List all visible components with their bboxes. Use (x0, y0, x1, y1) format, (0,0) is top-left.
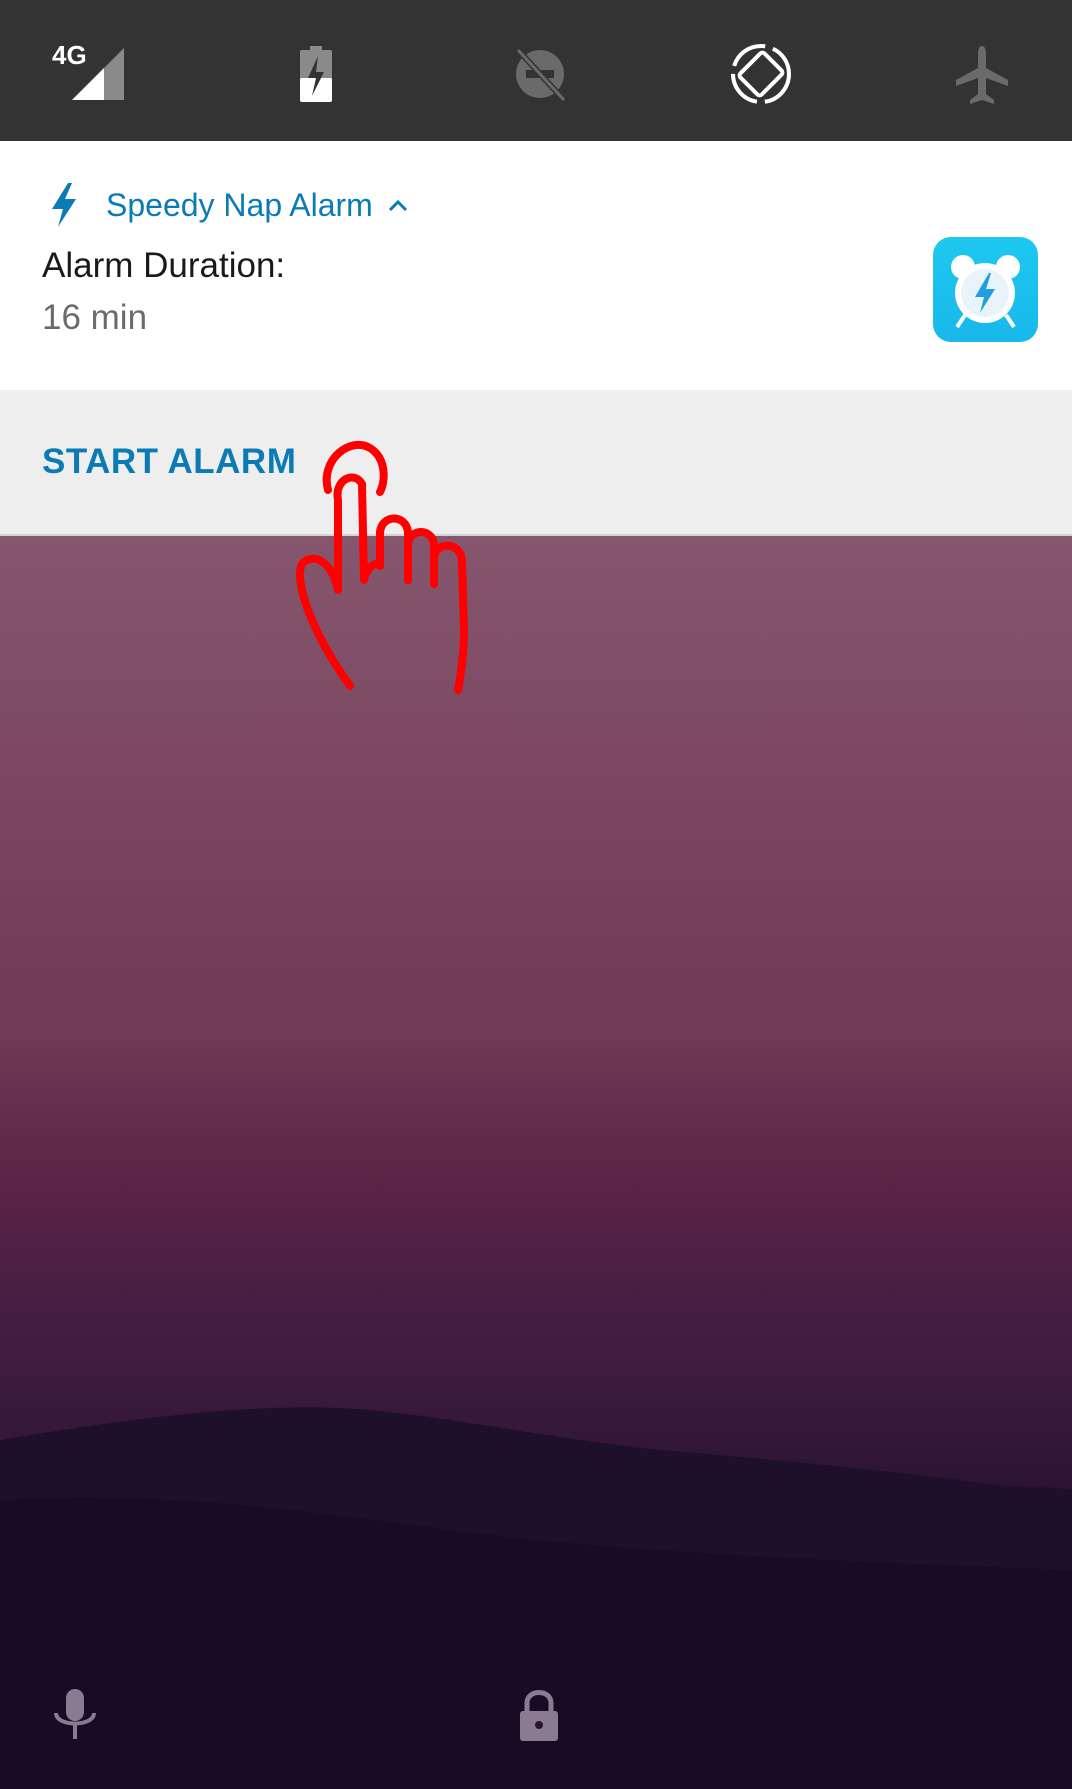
app-name: Speedy Nap Alarm (106, 186, 373, 223)
notification-card[interactable]: Speedy Nap Alarm Alarm Duration: 16 min (0, 141, 1072, 390)
notification-text: 16 min (42, 298, 148, 337)
bolt-icon (52, 183, 76, 227)
auto-rotate-icon[interactable] (728, 40, 800, 112)
quick-settings-bar: 4G (0, 0, 1072, 141)
battery-charging-icon[interactable] (296, 40, 368, 112)
start-alarm-button[interactable]: START ALARM (42, 442, 296, 482)
notification-header[interactable]: Speedy Nap Alarm (48, 183, 411, 227)
alarm-clock-app-icon (933, 237, 1038, 342)
network-type-label: 4G (52, 40, 87, 70)
data-saver-off-icon[interactable] (510, 40, 582, 112)
microphone-icon[interactable] (48, 1685, 102, 1745)
chevron-up-icon[interactable] (385, 192, 411, 218)
airplane-mode-icon[interactable] (952, 40, 1024, 112)
lock-icon[interactable] (512, 1685, 566, 1745)
notification-title: Alarm Duration: (42, 246, 286, 285)
notification-actions: START ALARM (0, 390, 1072, 536)
signal-4g-icon[interactable]: 4G (52, 40, 124, 112)
tap-hand-icon (296, 440, 468, 694)
